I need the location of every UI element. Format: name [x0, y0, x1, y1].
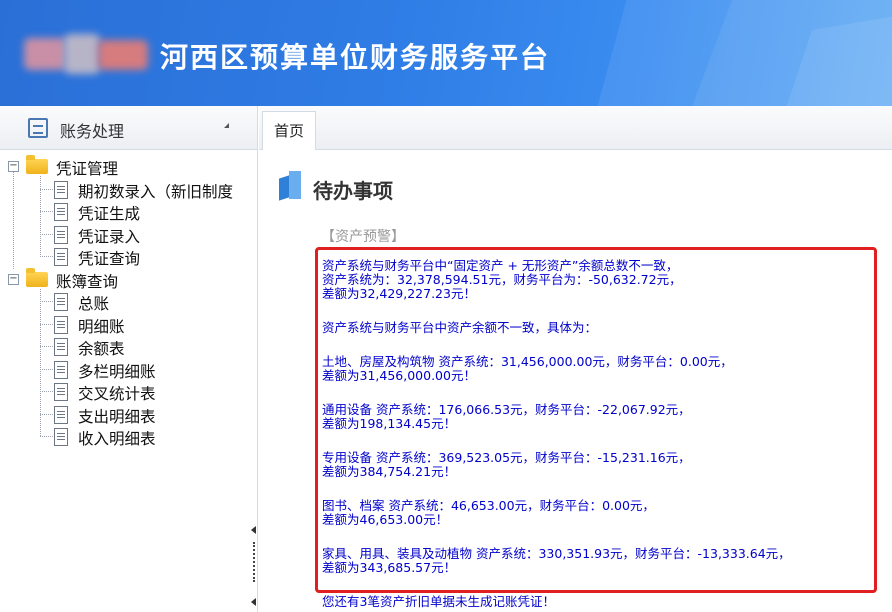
todo-title: 待办事项 [313, 179, 393, 203]
alert-paragraph: 家具、用具、装具及动植物 资产系统：330,351.93元，财务平台：-13,3… [322, 547, 874, 575]
asset-warning-panel: 资产系统与财务平台中“固定资产 + 无形资产”余额总数不一致， 资产系统为：32… [315, 247, 877, 609]
tree-item-detail-ledger[interactable]: 明细账 [0, 314, 257, 337]
alert-paragraph: 通用设备 资产系统：176,066.53元，财务平台：-22,067.92元， … [322, 403, 874, 431]
section-label-asset-warning: 【资产预警】 [321, 229, 405, 245]
tree-item-expense-detail[interactable]: 支出明细表 [0, 404, 257, 427]
alert-line: 资产系统为：32,378,594.51元，财务平台为：-50,632.72元， [322, 272, 682, 287]
alert-paragraph: 土地、房屋及构筑物 资产系统：31,456,000.00元，财务平台：0.00元… [322, 355, 874, 383]
tree-item-label: 凭证生成 [78, 205, 141, 223]
sidebar: 账务处理 − 凭证管理 期初数录入（新旧制度 凭证生成 凭证录入 凭证查询 − … [0, 106, 258, 612]
tree-item-label: 收入明细表 [78, 430, 156, 448]
tree-folder-label: 账簿查询 [56, 272, 119, 291]
nav-tree: − 凭证管理 期初数录入（新旧制度 凭证生成 凭证录入 凭证查询 − 账簿查询 … [0, 150, 257, 449]
tab-home[interactable]: 首页 [262, 111, 316, 150]
tree-item-label: 多栏明细账 [78, 362, 156, 381]
caret-icon[interactable] [219, 123, 229, 128]
collapse-icon[interactable]: − [8, 161, 19, 172]
alert-line: 土地、房屋及构筑物 资产系统：31,456,000.00元，财务平台：0.00元… [322, 354, 733, 369]
alert-line: 资产系统与财务平台中资产余额不一致，具体为： [322, 320, 598, 335]
tree-item-income-detail[interactable]: 收入明细表 [0, 426, 257, 449]
alert-paragraph: 资产系统与财务平台中“固定资产 + 无形资产”余额总数不一致， 资产系统为：32… [322, 259, 874, 301]
alert-line: 差额为198,134.45元！ [322, 416, 457, 431]
logo [24, 34, 148, 74]
alert-paragraph: 您还有3笔资产折旧单据未生成记账凭证！ [322, 595, 874, 609]
tree-item-voucher-query[interactable]: 凭证查询 [0, 246, 257, 269]
tree-item-multi-column-ledger[interactable]: 多栏明细账 [0, 359, 257, 382]
alert-paragraph: 图书、档案 资产系统：46,653.00元，财务平台：0.00元， 差额为46,… [322, 499, 874, 527]
document-icon [54, 248, 68, 266]
alert-line: 您还有3笔资产折旧单据未生成记账凭证！ [322, 594, 555, 609]
alert-paragraph: 专用设备 资产系统：369,523.05元，财务平台：-15,231.16元， … [322, 451, 874, 479]
folder-icon [26, 267, 48, 287]
document-icon [54, 383, 68, 401]
document-icon [54, 315, 68, 334]
alert-line: 差额为32,429,227.23元！ [322, 286, 476, 301]
asset-warning-text: 资产系统与财务平台中“固定资产 + 无形资产”余额总数不一致， 资产系统为：32… [322, 259, 874, 612]
sidebar-splitter[interactable] [250, 520, 258, 612]
alert-line: 差额为31,456,000.00元！ [322, 368, 476, 383]
tree-item-label: 明细账 [78, 317, 125, 336]
tree-folder-voucher-management[interactable]: − 凭证管理 [0, 155, 257, 179]
document-icon [54, 360, 68, 379]
tree-item-general-ledger[interactable]: 总账 [0, 291, 257, 314]
tree-item-label: 期初数录入（新旧制度 [78, 182, 234, 201]
alert-line: 差额为384,754.21元！ [322, 464, 457, 479]
document-icon [54, 293, 68, 311]
alert-line: 差额为343,685.57元！ [322, 560, 457, 575]
tree-item-opening-balance[interactable]: 期初数录入（新旧制度 [0, 179, 257, 202]
document-icon [54, 405, 68, 424]
alert-line: 图书、档案 资产系统：46,653.00元，财务平台：0.00元， [322, 498, 655, 513]
document-icon [54, 180, 68, 199]
alert-line: 家具、用具、装具及动植物 资产系统：330,351.93元，财务平台：-13,3… [322, 546, 791, 561]
app-header: 河西区预算单位财务服务平台 [0, 0, 892, 106]
tree-item-label: 交叉统计表 [78, 385, 156, 403]
module-label: 账务处理 [60, 122, 125, 141]
todo-icon [279, 171, 301, 201]
tree-item-label: 总账 [78, 295, 110, 313]
document-icon [54, 203, 68, 221]
module-selector[interactable]: 账务处理 [0, 106, 257, 150]
alert-paragraph: 资产系统与财务平台中资产余额不一致，具体为： [322, 321, 874, 335]
tree-folder-ledger-query[interactable]: − 账簿查询 [0, 267, 257, 292]
tree-item-label: 余额表 [78, 340, 125, 358]
document-icon [54, 225, 68, 244]
alert-line: 专用设备 资产系统：369,523.05元，财务平台：-15,231.16元， [322, 450, 691, 465]
drag-handle[interactable] [253, 542, 255, 582]
collapse-icon[interactable]: − [8, 273, 19, 285]
main-content: 待办事项 【资产预警】 资产系统与财务平台中“固定资产 + 无形资产”余额总数不… [259, 150, 892, 612]
tree-item-cross-statistics[interactable]: 交叉统计表 [0, 381, 257, 404]
tree-item-label: 支出明细表 [78, 407, 156, 426]
tree-item-label: 凭证查询 [78, 250, 141, 268]
alert-line: 差额为46,653.00元！ [322, 512, 449, 527]
alert-line: 通用设备 资产系统：176,066.53元，财务平台：-22,067.92元， [322, 402, 691, 417]
tree-item-voucher-generate[interactable]: 凭证生成 [0, 201, 257, 224]
collapse-left-icon[interactable] [251, 526, 256, 534]
collapse-left-icon[interactable] [251, 598, 256, 606]
header-decoration [597, 0, 892, 106]
tree-item-voucher-entry[interactable]: 凭证录入 [0, 224, 257, 247]
alert-line: 资产系统与财务平台中“固定资产 + 无形资产”余额总数不一致， [322, 258, 679, 273]
ledger-icon [28, 118, 48, 138]
app-title: 河西区预算单位财务服务平台 [160, 41, 551, 74]
folder-icon [26, 155, 48, 174]
document-icon [54, 338, 68, 356]
tab-bar: 首页 [259, 106, 892, 150]
document-icon [54, 428, 68, 446]
tree-item-balance-sheet[interactable]: 余额表 [0, 336, 257, 359]
tree-item-label: 凭证录入 [78, 227, 141, 246]
tree-folder-label: 凭证管理 [56, 160, 119, 178]
